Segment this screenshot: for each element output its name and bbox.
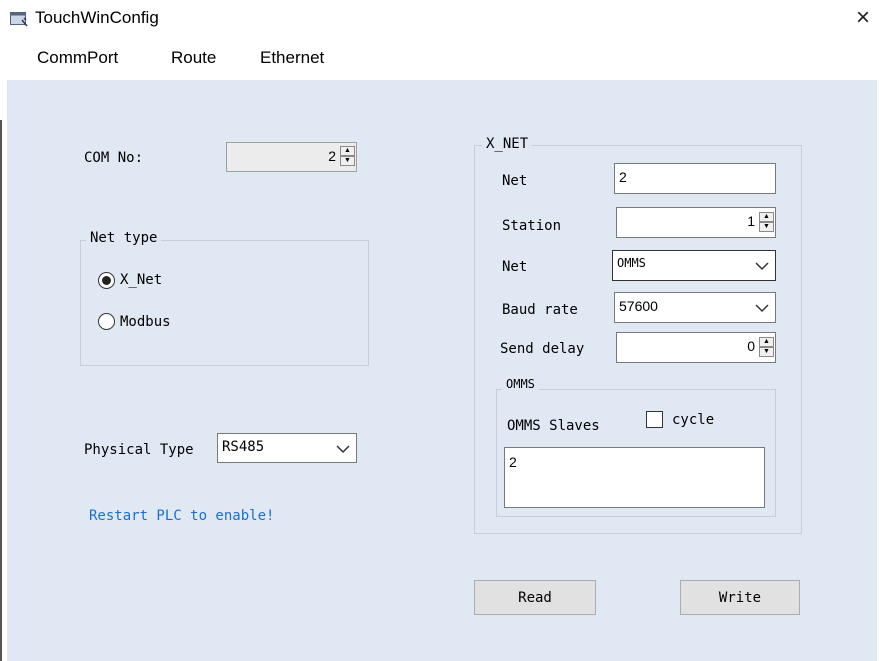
omms-slaves-text: 2 bbox=[509, 454, 517, 470]
chevron-down-icon bbox=[755, 262, 769, 271]
radio-xnet[interactable] bbox=[98, 272, 115, 289]
send-delay-label: Send delay bbox=[500, 341, 585, 357]
net-label: Net bbox=[502, 173, 528, 189]
window-title: TouchWinConfig bbox=[35, 8, 159, 27]
baud-rate-select[interactable]: 57600 bbox=[614, 292, 776, 323]
spin-down-icon[interactable]: ▼ bbox=[759, 347, 774, 357]
omms-slaves-label: OMMS Slaves bbox=[507, 418, 600, 434]
spin-down-icon[interactable]: ▼ bbox=[340, 156, 355, 166]
com-no-spinner[interactable]: 2 ▲ ▼ bbox=[226, 142, 357, 172]
baud-rate-label: Baud rate bbox=[502, 302, 578, 318]
spin-up-icon[interactable]: ▲ bbox=[759, 337, 774, 347]
com-no-value: 2 bbox=[328, 148, 336, 164]
spin-up-icon[interactable]: ▲ bbox=[759, 212, 774, 222]
send-delay-spinner[interactable]: 0 ▲ ▼ bbox=[616, 332, 776, 363]
write-button[interactable]: Write bbox=[680, 580, 800, 615]
net-input-value: 2 bbox=[619, 169, 627, 185]
station-label: Station bbox=[502, 218, 562, 234]
tab-ethernet[interactable]: Ethernet bbox=[260, 48, 324, 68]
net2-label: Net bbox=[502, 259, 528, 275]
physical-type-value: RS485 bbox=[222, 439, 265, 455]
window-left-edge bbox=[0, 120, 2, 661]
cycle-label: cycle bbox=[672, 412, 715, 428]
omms-slaves-textarea[interactable]: 2 bbox=[504, 447, 765, 508]
close-icon[interactable]: × bbox=[850, 5, 876, 31]
radio-modbus-label: Modbus bbox=[120, 314, 171, 330]
omms-group-title: OMMS bbox=[502, 377, 539, 391]
radio-xnet-label: X_Net bbox=[120, 272, 163, 288]
net-type-group-title: Net type bbox=[86, 230, 162, 246]
chevron-down-icon bbox=[336, 445, 350, 454]
spin-down-icon[interactable]: ▼ bbox=[759, 222, 774, 232]
spin-up-icon[interactable]: ▲ bbox=[340, 146, 355, 156]
radio-modbus[interactable] bbox=[98, 313, 115, 330]
net-type-group bbox=[80, 240, 369, 366]
app-window-icon bbox=[10, 12, 28, 27]
chevron-down-icon bbox=[755, 304, 769, 313]
tab-strip bbox=[0, 36, 882, 80]
physical-type-select[interactable]: RS485 bbox=[217, 433, 357, 463]
physical-type-label: Physical Type bbox=[84, 442, 194, 458]
com-no-label: COM No: bbox=[84, 150, 144, 166]
tab-route[interactable]: Route bbox=[171, 48, 216, 68]
station-spinner[interactable]: 1 ▲ ▼ bbox=[616, 207, 776, 238]
send-delay-value: 0 bbox=[747, 338, 755, 354]
baud-rate-value: 57600 bbox=[619, 298, 658, 314]
restart-note: Restart PLC to enable! bbox=[89, 508, 275, 524]
xnet-group-title: X_NET bbox=[482, 136, 533, 152]
net2-select[interactable]: OMMS bbox=[612, 250, 776, 281]
net2-value: OMMS bbox=[617, 256, 646, 270]
cycle-checkbox[interactable] bbox=[646, 411, 663, 428]
station-value: 1 bbox=[747, 213, 755, 229]
radio-selected-dot bbox=[102, 276, 111, 285]
net-input[interactable]: 2 bbox=[614, 163, 776, 194]
tab-commport[interactable]: CommPort bbox=[37, 48, 118, 68]
read-button[interactable]: Read bbox=[474, 580, 596, 615]
